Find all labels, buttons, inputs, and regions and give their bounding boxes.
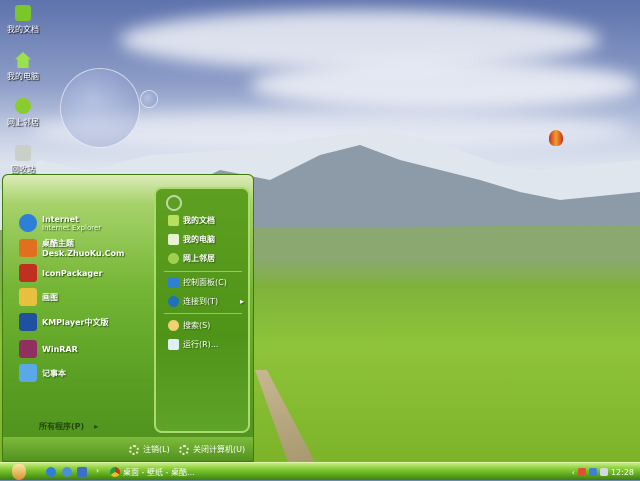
iconpackager-icon	[19, 264, 37, 282]
item-label: 记事本	[42, 368, 66, 378]
menu-item-notepad[interactable]: 记事本	[19, 363, 66, 383]
start-menu-pinned-list: Internet Internet Explorer 桌酷主题Desk.ZhuoK…	[3, 175, 153, 437]
separator	[164, 313, 242, 314]
network-globe-icon	[15, 98, 31, 114]
home-computer-icon	[15, 52, 31, 68]
moon-decoration	[140, 90, 158, 108]
item-label: 搜索(S)	[183, 320, 211, 330]
menu-item-search[interactable]: 搜索(S)	[168, 318, 210, 332]
zhuoku-icon	[19, 239, 37, 257]
menu-item-network[interactable]: 网上邻居	[168, 251, 215, 265]
start-menu-places: 我的文档 我的电脑 网上邻居 控制面板(C) 连接到(T) ▸ 搜索(S) 运行(…	[154, 187, 250, 433]
network-tray-icon[interactable]	[588, 468, 597, 476]
item-label: 我的文档	[183, 215, 215, 225]
network-icon	[168, 252, 179, 264]
quicklaunch-browser-icon[interactable]	[62, 467, 72, 477]
desktop-icon-my-documents[interactable]: 我的文档	[2, 5, 44, 35]
item-label: Internet	[42, 214, 79, 224]
logoff-label: 注销(L)	[143, 445, 170, 454]
taskbar-button-browser[interactable]: 桌面 - 壁纸 - 桌酷...	[110, 465, 195, 479]
tray-expand-icon[interactable]: ‹	[572, 468, 575, 477]
icon-label: 回收站	[11, 165, 35, 174]
clock[interactable]: 12:28	[611, 468, 634, 477]
logoff-icon	[129, 444, 139, 455]
task-label: 桌面 - 壁纸 - 桌酷...	[123, 467, 195, 477]
menu-item-my-documents[interactable]: 我的文档	[168, 213, 215, 227]
system-tray: ‹ 12:28	[568, 463, 640, 481]
start-menu-footer: 注销(L) 关闭计算机(U)	[3, 437, 253, 461]
paint-icon	[19, 288, 37, 306]
item-label: IconPackager	[42, 268, 103, 278]
item-label: 网上邻居	[183, 253, 215, 263]
menu-item-kmplayer[interactable]: KMPlayer中文版	[19, 312, 109, 332]
start-button[interactable]	[8, 463, 30, 481]
item-label: KMPlayer中文版	[42, 317, 109, 327]
quicklaunch-ie-icon-2[interactable]	[77, 467, 87, 477]
menu-item-winrar[interactable]: WinRAR	[19, 339, 78, 359]
shutdown-icon	[179, 444, 189, 455]
menu-item-connect-to[interactable]: 连接到(T) ▸	[168, 294, 244, 308]
menu-item-my-computer[interactable]: 我的电脑	[168, 232, 215, 246]
taskbar: › 桌面 - 壁纸 - 桌酷... ‹ 12:28	[0, 462, 640, 480]
desktop-icon-network[interactable]: 网上邻居	[2, 98, 44, 128]
desktop-icon-my-computer[interactable]: 我的电脑	[2, 52, 44, 82]
tray-app-icon[interactable]	[577, 468, 586, 476]
recycle-bin-icon	[15, 145, 31, 161]
desktop-icon-recycle-bin[interactable]: 回收站	[2, 145, 44, 175]
volume-tray-icon[interactable]	[599, 468, 608, 476]
item-label: 我的电脑	[183, 234, 215, 244]
folder-icon	[15, 5, 31, 21]
item-sublabel: Internet Explorer	[42, 223, 102, 232]
menu-item-internet-explorer[interactable]: Internet Internet Explorer	[19, 213, 101, 233]
item-label: 运行(R)...	[183, 339, 219, 349]
item-label: 画图	[42, 292, 58, 302]
item-label: 连接到(T)	[183, 296, 219, 306]
icon-label: 网上邻居	[7, 118, 39, 127]
shutdown-button[interactable]: 关闭计算机(U)	[179, 444, 245, 455]
winrar-icon	[19, 340, 37, 358]
run-icon	[168, 338, 179, 350]
folder-icon	[168, 214, 179, 226]
all-programs-label: 所有程序(P)	[39, 422, 85, 431]
menu-item-zhuoku[interactable]: 桌酷主题Desk.ZhuoKu.Com	[19, 238, 153, 258]
internet-explorer-icon	[19, 214, 37, 232]
icon-label: 我的电脑	[7, 72, 39, 81]
submenu-arrow-icon: ▸	[239, 296, 244, 306]
start-logo-icon	[12, 464, 26, 480]
item-label: WinRAR	[42, 344, 78, 354]
connect-globe-icon	[168, 295, 179, 307]
kmplayer-icon	[19, 313, 37, 331]
all-programs-button[interactable]: 所有程序(P) ▸	[39, 421, 98, 432]
menu-item-paint[interactable]: 画图	[19, 287, 58, 307]
menu-item-control-panel[interactable]: 控制面板(C)	[168, 275, 227, 289]
item-label: 桌酷主题Desk.ZhuoKu.Com	[42, 239, 125, 258]
start-menu: Internet Internet Explorer 桌酷主题Desk.ZhuoK…	[2, 174, 254, 462]
search-icon	[168, 319, 179, 331]
logoff-button[interactable]: 注销(L)	[129, 444, 170, 455]
control-panel-icon	[168, 276, 179, 288]
shutdown-label: 关闭计算机(U)	[193, 445, 246, 454]
computer-icon	[168, 233, 179, 245]
separator	[164, 271, 242, 272]
icon-label: 我的文档	[7, 25, 39, 34]
chrome-icon	[110, 467, 120, 477]
quicklaunch-ie-icon[interactable]	[46, 467, 56, 477]
menu-item-run[interactable]: 运行(R)...	[168, 337, 218, 351]
notepad-icon	[19, 364, 37, 382]
item-label: 控制面板(C)	[183, 277, 227, 287]
orb-decoration	[166, 195, 182, 211]
dirt-path	[255, 370, 315, 462]
menu-item-iconpackager[interactable]: IconPackager	[19, 263, 103, 283]
quicklaunch-expand-icon[interactable]: ›	[96, 466, 99, 475]
arrow-right-icon: ▸	[94, 422, 99, 431]
